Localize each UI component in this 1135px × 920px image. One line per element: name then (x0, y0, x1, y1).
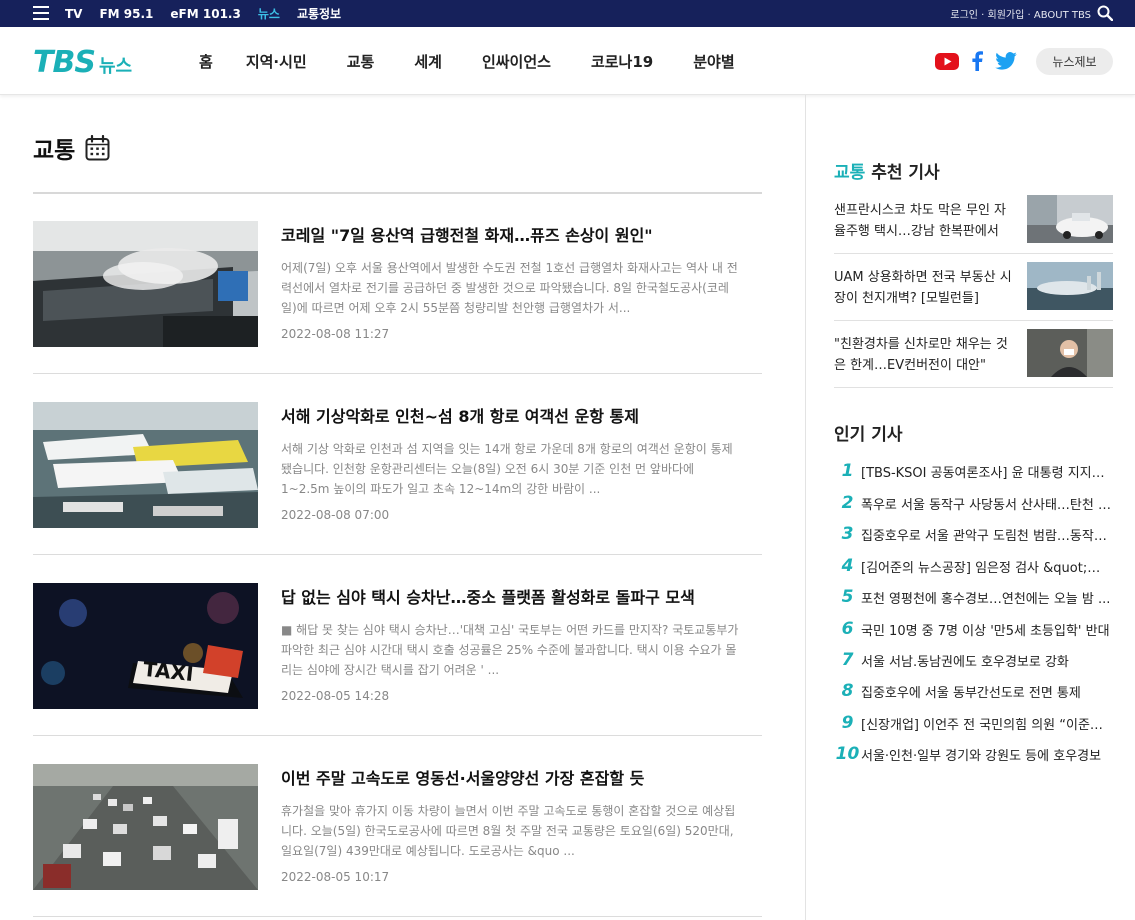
article-thumbnail[interactable] (33, 402, 258, 528)
article-date: 2022-08-05 14:28 (281, 689, 390, 703)
nav-local[interactable]: 지역·시민 (246, 51, 307, 72)
popular-text[interactable]: 포천 영평천에 홍수경보…연천에는 오늘 밤 ... (861, 588, 1111, 607)
popular-rank: 3 (841, 524, 854, 544)
account-links[interactable]: 로그인 · 회원가입 · ABOUT TBS (950, 0, 1091, 27)
popular-rank: 9 (841, 713, 854, 733)
popular-item[interactable]: 3 집중호우로 서울 관악구 도림천 범람…동작구 ... (834, 521, 1113, 547)
popular-item[interactable]: 7 서울 서남.동남권에도 호우경보로 강화 (834, 647, 1113, 673)
popular-text[interactable]: 서울 서남.동남권에도 호우경보로 강화 (861, 651, 1111, 670)
popular-text[interactable]: 국민 10명 중 7명 이상 '만5세 초등입학' 반대 (861, 620, 1111, 639)
article-date: 2022-08-08 07:00 (281, 508, 390, 522)
article-item[interactable]: 서해 기상악화로 인천~섬 8개 항로 여객선 운항 통제 서해 기상 악화로 … (33, 374, 762, 555)
recommended-title-rest: 추천 기사 (865, 163, 940, 183)
popular-rank: 2 (841, 493, 854, 513)
article-summary[interactable]: 어제(7일) 오후 서울 용산역에서 발생한 수도권 전철 1호선 급행열차 화… (281, 258, 741, 318)
article-summary[interactable]: 휴가철을 맞아 휴가지 이동 차량이 늘면서 이번 주말 고속도로 통행이 혼잡… (281, 801, 741, 861)
article-item[interactable]: 코레일 "7일 용산역 급행전철 화재…퓨즈 손상이 원인" 어제(7일) 오후… (33, 193, 762, 374)
news-report-button[interactable]: 뉴스제보 (1036, 48, 1113, 75)
popular-item[interactable]: 2 폭우로 서울 동작구 사당동서 산사태…탄천 범람 (834, 490, 1113, 516)
nav-traffic[interactable]: 교통 (347, 51, 375, 72)
nav-corona19[interactable]: 코로나19 (591, 51, 653, 72)
popular-rank: 4 (841, 556, 854, 576)
popular-text[interactable]: 집중호우로 서울 관악구 도림천 범람…동작구 ... (861, 525, 1111, 544)
nav-inscience[interactable]: 인싸이언스 (482, 51, 551, 72)
twitter-icon[interactable] (995, 51, 1017, 71)
article-summary[interactable]: ■ 해답 못 찾는 심야 택시 승차난…'대책 고심' 국토부는 어떤 카드를 … (281, 620, 741, 680)
top-links: TV FM 95.1 eFM 101.3 뉴스 교통정보 (65, 0, 358, 27)
sidebar-divider (805, 95, 806, 920)
main-nav: 홈 지역·시민 교통 세계 인싸이언스 코로나19 분야별 (199, 27, 735, 95)
article-headline[interactable]: 답 없는 심야 택시 승차난…중소 플랫폼 활성화로 돌파구 모색 (281, 585, 762, 611)
section-title: 교통 (33, 131, 110, 165)
popular-rank: 7 (841, 650, 854, 670)
recommended-item-thumbnail[interactable] (1027, 262, 1113, 310)
tbs-news-logo[interactable]: TBS 뉴스 (33, 45, 133, 80)
top-link-tv[interactable]: TV (65, 7, 82, 21)
search-icon[interactable] (1097, 5, 1113, 21)
recommended-item[interactable]: "친환경차를 신차로만 채우는 것은 한계…EV컨버전이 대안" (834, 329, 1113, 388)
recommended-title-highlight: 교통 (834, 163, 866, 183)
popular-text[interactable]: 집중호우에 서울 동부간선도로 전면 통제 (861, 682, 1111, 701)
popular-item[interactable]: 8 집중호우에 서울 동부간선도로 전면 통제 (834, 678, 1113, 704)
recommended-item[interactable]: 샌프란시스코 차도 막은 무인 자율주행 택시…강남 한복판에서도? (834, 195, 1113, 254)
article-item[interactable]: 이번 주말 고속도로 영동선·서울양양선 가장 혼잡할 듯 휴가철을 맞아 휴가… (33, 736, 762, 917)
popular-item[interactable]: 4 [김어준의 뉴스공장] 임은정 검사 &quot;검찰... (834, 553, 1113, 579)
popular-text[interactable]: [김어준의 뉴스공장] 임은정 검사 &quot;검찰... (861, 557, 1111, 576)
popular-text[interactable]: [TBS-KSOI 공동여론조사] 윤 대통령 지지율... (861, 462, 1111, 481)
nav-world[interactable]: 세계 (414, 51, 442, 72)
article-date: 2022-08-05 10:17 (281, 870, 390, 884)
popular-rank: 8 (841, 681, 854, 701)
top-link-efm[interactable]: eFM 101.3 (170, 7, 240, 21)
popular-rank: 5 (841, 587, 854, 607)
recommended-item-thumbnail[interactable] (1027, 329, 1113, 377)
popular-item[interactable]: 6 국민 10명 중 7명 이상 '만5세 초등입학' 반대 (834, 616, 1113, 642)
popular-text[interactable]: 폭우로 서울 동작구 사당동서 산사태…탄천 범람 (861, 494, 1111, 513)
article-thumbnail[interactable] (33, 221, 258, 347)
youtube-icon[interactable] (935, 51, 959, 71)
logo-tbs: TBS (33, 45, 96, 80)
article-headline[interactable]: 코레일 "7일 용산역 급행전철 화재…퓨즈 손상이 원인" (281, 223, 762, 249)
popular-rank: 6 (841, 619, 854, 639)
article-date: 2022-08-08 11:27 (281, 327, 390, 341)
top-link-news[interactable]: 뉴스 (258, 5, 280, 22)
hamburger-menu-icon[interactable] (33, 6, 49, 20)
popular-title: 인기 기사 (834, 425, 903, 445)
popular-item[interactable]: 1 [TBS-KSOI 공동여론조사] 윤 대통령 지지율... (834, 458, 1113, 484)
recommended-item-text[interactable]: "친환경차를 신차로만 채우는 것은 한계…EV컨버전이 대안" (834, 334, 1014, 378)
top-bar: TV FM 95.1 eFM 101.3 뉴스 교통정보 로그인 · 회원가입 … (0, 0, 1135, 27)
nav-by-field[interactable]: 분야별 (693, 51, 734, 72)
popular-item[interactable]: 5 포천 영평천에 홍수경보…연천에는 오늘 밤 ... (834, 584, 1113, 610)
recommended-item-thumbnail[interactable] (1027, 195, 1113, 243)
popular-text[interactable]: [신장개업] 이언주 전 국민의힘 의원 “이준석... (861, 714, 1111, 733)
recommended-item[interactable]: UAM 상용화하면 전국 부동산 시장이 천지개벽? [모빌런들] (834, 262, 1113, 321)
popular-item[interactable]: 9 [신장개업] 이언주 전 국민의힘 의원 “이준석... (834, 710, 1113, 736)
popular-rank: 1 (841, 461, 854, 481)
article-headline[interactable]: 서해 기상악화로 인천~섬 8개 항로 여객선 운항 통제 (281, 404, 762, 430)
recommended-title: 교통 추천 기사 (834, 158, 940, 183)
logo-news: 뉴스 (98, 56, 133, 77)
nav-home[interactable]: 홈 (199, 51, 213, 72)
popular-rank: 10 (835, 744, 860, 764)
recommended-item-text[interactable]: UAM 상용화하면 전국 부동산 시장이 천지개벽? [모빌런들] (834, 267, 1014, 311)
article-thumbnail[interactable]: TAXI (33, 583, 258, 709)
top-link-traffic[interactable]: 교통정보 (297, 5, 341, 22)
popular-text[interactable]: 서울·인천·일부 경기와 강원도 등에 호우경보 (861, 745, 1111, 764)
article-thumbnail[interactable] (33, 764, 258, 890)
sns-links (923, 51, 1017, 71)
header: TBS 뉴스 홈 지역·시민 교통 세계 인싸이언스 코로나19 분야별 뉴스제… (0, 27, 1135, 95)
calendar-icon[interactable] (85, 135, 110, 161)
top-link-fm[interactable]: FM 95.1 (99, 7, 153, 21)
section-title-text: 교통 (33, 138, 76, 164)
article-summary[interactable]: 서해 기상 악화로 인천과 섬 지역을 잇는 14개 항로 가운데 8개 항로의… (281, 439, 741, 499)
facebook-icon[interactable] (971, 51, 983, 71)
recommended-item-text[interactable]: 샌프란시스코 차도 막은 무인 자율주행 택시…강남 한복판에서도? (834, 200, 1014, 244)
popular-item[interactable]: 10 서울·인천·일부 경기와 강원도 등에 호우경보 (834, 741, 1113, 767)
article-item[interactable]: TAXI 답 없는 심야 택시 승차난…중소 플랫폼 활성화로 돌파구 모색 ■… (33, 555, 762, 736)
article-headline[interactable]: 이번 주말 고속도로 영동선·서울양양선 가장 혼잡할 듯 (281, 766, 762, 792)
